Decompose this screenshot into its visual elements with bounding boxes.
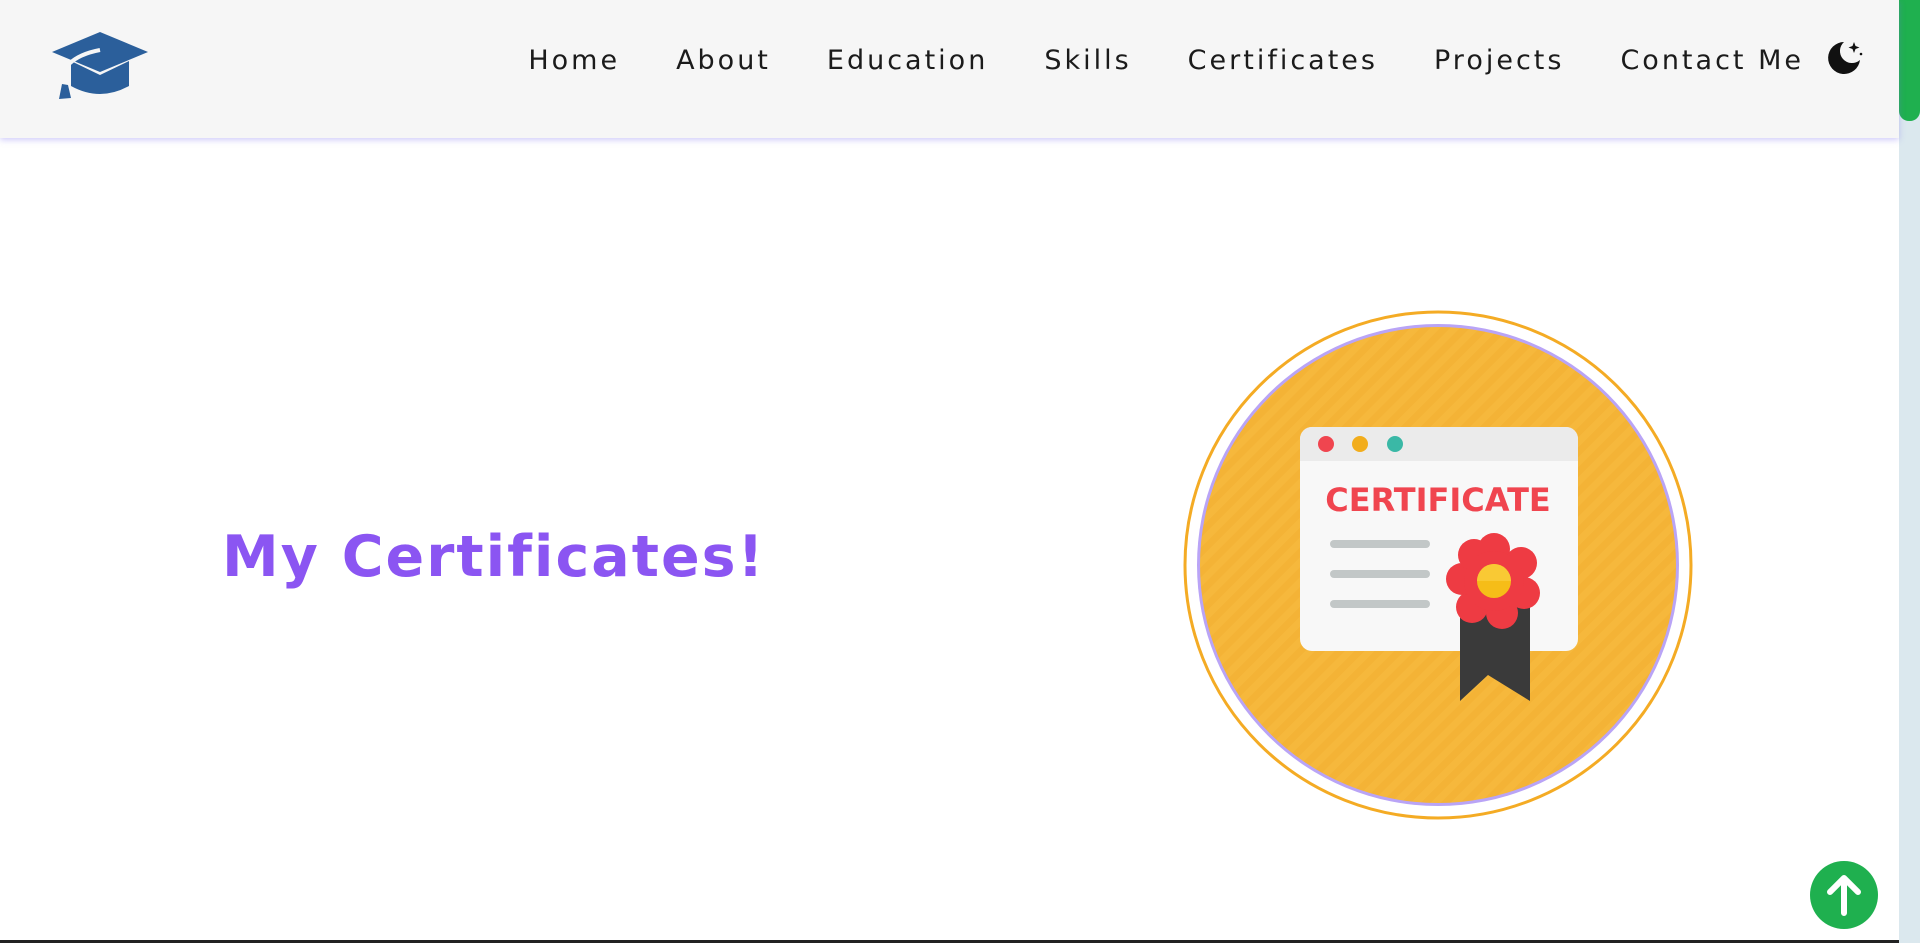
scrollbar-thumb[interactable] [1899, 0, 1920, 121]
site-header: Home About Education Skills Certificates… [0, 0, 1899, 138]
certificate-text: CERTIFICATE [1325, 481, 1551, 519]
arrow-up-icon[interactable] [1810, 861, 1878, 929]
moon-icon[interactable] [1824, 38, 1864, 78]
nav-contact[interactable]: Contact Me [1620, 45, 1804, 76]
page-title: My Certificates! [222, 524, 766, 590]
scrollbar-track[interactable] [1899, 0, 1920, 943]
main-nav: Home About Education Skills Certificates… [472, 0, 1804, 120]
nav-education[interactable]: Education [827, 45, 988, 76]
certificate-illustration: CERTIFICATE [1183, 310, 1693, 820]
nav-certificates[interactable]: Certificates [1188, 45, 1378, 76]
graduation-cap-icon[interactable] [51, 30, 149, 100]
nav-home[interactable]: Home [528, 45, 620, 76]
nav-about[interactable]: About [676, 45, 771, 76]
nav-projects[interactable]: Projects [1434, 45, 1564, 76]
nav-skills[interactable]: Skills [1044, 45, 1131, 76]
